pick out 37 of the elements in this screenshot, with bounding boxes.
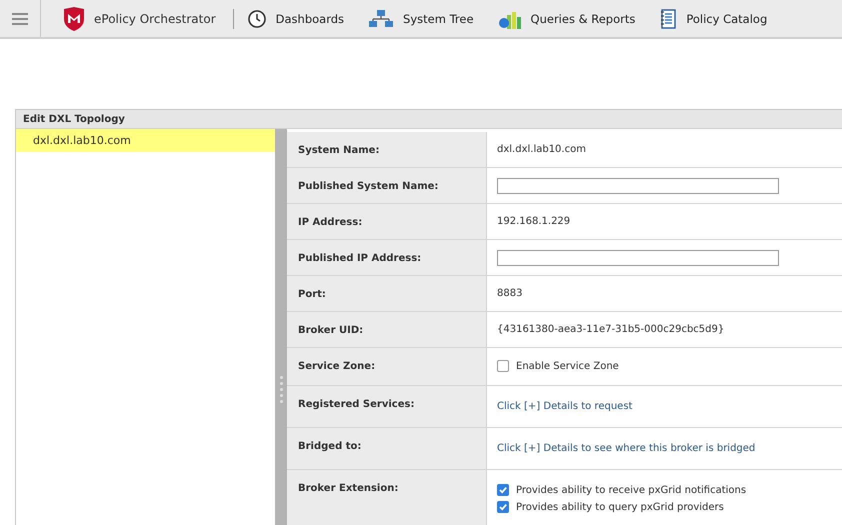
menu-icon[interactable] [12,12,28,26]
field-label: Published System Name: [287,168,487,203]
field-label: Broker Extension: [287,470,487,525]
text-input[interactable] [497,250,779,266]
panel-title: Edit DXL Topology [23,114,125,124]
field-value: dxl.dxl.lab10.com [497,144,586,155]
field-value: {43161380-aea3-11e7-31b5-000c29cbc5d9} [497,324,724,335]
tree-item[interactable]: dxl.dxl.lab10.com [16,129,275,152]
details-link[interactable]: Click [+] Details to see where this broker is bridged [497,443,756,454]
field-label: Broker UID: [287,312,487,347]
text-input[interactable] [497,178,779,194]
checkbox[interactable] [497,484,509,496]
clock-icon [248,10,266,28]
field-label: Port: [287,276,487,311]
checkbox[interactable] [497,501,509,513]
nav-link[interactable]: System Tree [369,8,474,28]
nav-link[interactable]: Policy Catalog [660,8,768,28]
shield-logo-icon [63,6,85,30]
checkbox-label: Provides ability to query pxGrid providers [516,502,724,512]
checkbox-label: Provides ability to receive pxGrid notifications [516,484,746,496]
field-label: Registered Services: [287,386,487,427]
nav-link[interactable]: Dashboards [248,10,344,28]
checkbox[interactable] [497,360,509,372]
field-label: Bridged to: [287,428,487,469]
details-link[interactable]: Click [+] Details to request [497,401,632,412]
field-label: Published IP Address: [287,240,487,275]
splitter-handle[interactable] [275,129,287,525]
notebook-icon [660,8,676,28]
network-icon [369,8,394,28]
field-value: 8883 [497,288,522,299]
nav-link[interactable]: Queries & Reports [498,8,636,28]
checkbox-label: Enable Service Zone [516,360,619,372]
field-value: 192.168.1.229 [497,216,570,227]
field-label: Service Zone: [287,348,487,385]
product-name: ePolicy Orchestrator [94,12,216,26]
field-label: System Name: [287,132,487,167]
field-label: IP Address: [287,204,487,239]
